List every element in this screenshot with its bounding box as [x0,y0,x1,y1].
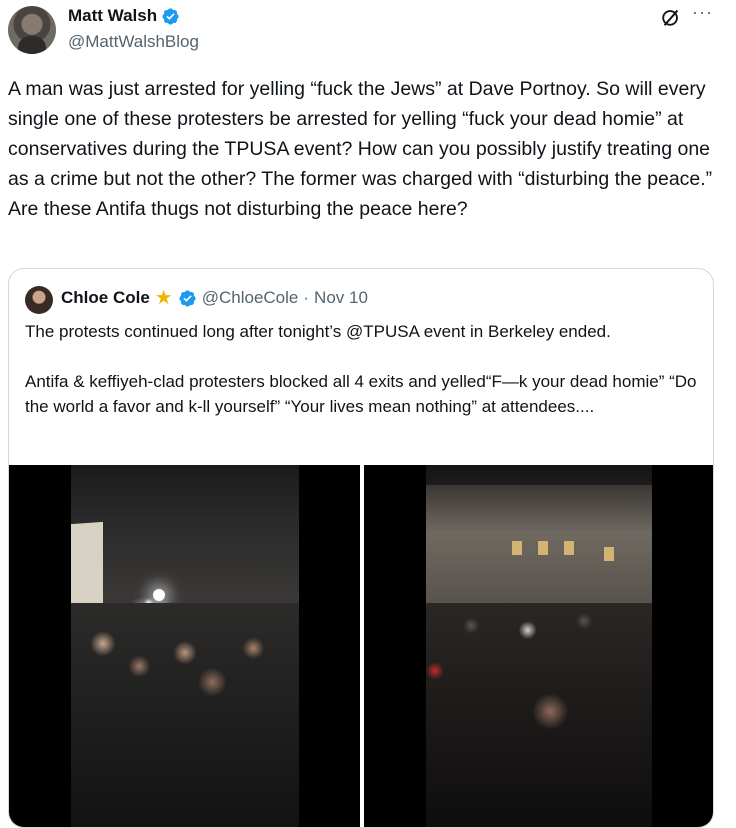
post-avatar[interactable] [8,6,56,54]
crowd-scene [71,603,299,827]
grok-icon[interactable] [660,6,682,28]
post-author-handle[interactable]: @MattWalshBlog [68,32,199,52]
quoted-header: Chloe Cole ★ @ChloeCole · Nov 10 [61,288,368,308]
star-icon: ★ [154,286,173,309]
verified-badge-icon [179,289,196,307]
lit-window [604,547,614,561]
quoted-author-handle[interactable]: @ChloeCole [202,288,299,308]
meta-separator: · [303,288,310,307]
lit-window [564,541,574,555]
quoted-text: The protests continued long after tonigh… [25,319,705,419]
post-author-name[interactable]: Matt Walsh [68,6,157,26]
quoted-paragraph-2: Antifa & keffiyeh-clad protesters blocke… [25,372,697,416]
crowd-scene [426,603,652,827]
video-frame [71,465,299,827]
post-author-row: Matt Walsh [68,6,180,26]
lit-window [512,541,522,555]
verified-badge-icon [162,7,179,25]
quoted-author-name[interactable]: Chloe Cole [61,288,150,308]
building-scene [426,485,652,605]
more-icon[interactable]: ··· [692,2,713,23]
quoted-avatar[interactable] [25,286,53,314]
quoted-date[interactable]: Nov 10 [314,288,368,308]
lit-window [538,541,548,555]
quoted-post[interactable]: Chloe Cole ★ @ChloeCole · Nov 10 The pro… [8,268,714,828]
video-frame [426,465,652,827]
light-source [153,588,166,601]
video-thumbnail-2[interactable] [364,465,713,827]
post-text: A man was just arrested for yelling “fuc… [8,78,713,220]
video-thumbnail-1[interactable] [9,465,360,827]
quoted-paragraph-1: The protests continued long after tonigh… [25,322,611,341]
protest-sign [71,521,103,613]
media-grid [9,465,713,827]
